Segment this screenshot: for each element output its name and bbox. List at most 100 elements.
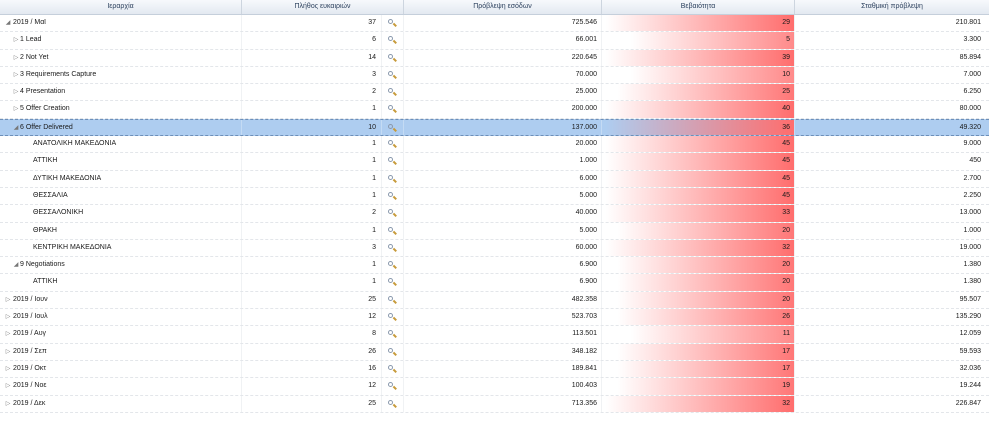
table-row[interactable]: ▷ 4 Presentation 2 25.000 25 6.250 xyxy=(0,84,989,102)
revenue-forecast-cell: 482.358 xyxy=(404,291,602,309)
table-row[interactable]: ΘΕΣΣΑΛΙΑ 1 5.000 45 2.250 xyxy=(0,187,989,206)
drilldown-cell xyxy=(382,32,404,49)
magnifier-icon[interactable] xyxy=(388,157,393,163)
expand-arrow-icon[interactable]: ▷ xyxy=(4,344,12,360)
hierarchy-label: 2019 / Σεπ xyxy=(13,347,47,355)
opportunity-count-cell: 1 xyxy=(242,187,382,205)
expand-arrow-icon[interactable]: ▷ xyxy=(12,50,20,66)
col-header-weighted-forecast[interactable]: Σταθμική πρόβλεψη xyxy=(795,0,989,14)
weighted-forecast-cell: 13.000 xyxy=(959,209,981,217)
collapse-arrow-icon[interactable]: ◢ xyxy=(4,15,12,31)
expand-arrow-icon[interactable]: ▷ xyxy=(4,361,12,377)
hierarchy-label: 2019 / Αυγ xyxy=(13,330,47,338)
magnifier-icon[interactable] xyxy=(388,243,393,249)
opportunity-count-cell: 1 xyxy=(242,136,382,153)
table-row[interactable]: ΘΡΑΚΗ 1 5.000 20 1.000 xyxy=(0,222,989,240)
opportunity-count-cell: 12 xyxy=(242,378,382,395)
table-row[interactable]: ◢ 6 Offer Delivered 10 137.000 36 49.320 xyxy=(0,118,989,137)
magnifier-icon[interactable] xyxy=(388,295,393,301)
revenue-forecast-cell: 60.000 xyxy=(404,239,602,257)
revenue-forecast-cell: 523.703 xyxy=(404,309,602,326)
col-header-certainty[interactable]: Βεβαιότητα xyxy=(602,0,795,14)
magnifier-icon[interactable] xyxy=(388,364,393,370)
magnifier-icon[interactable] xyxy=(388,261,393,267)
table-row[interactable]: ΑΤΤΙΚΗ 1 1.000 45 450 xyxy=(0,153,989,171)
table-row[interactable]: ▷ 2 Not Yet 14 220.645 39 85.894 xyxy=(0,49,989,67)
table-row[interactable]: ▷ 5 Offer Creation 1 200.000 40 80.000 xyxy=(0,101,989,119)
expand-arrow-icon[interactable]: ▷ xyxy=(12,32,20,48)
magnifier-icon[interactable] xyxy=(388,105,393,111)
col-header-revenue-forecast[interactable]: Πρόβλεψη εσόδων xyxy=(404,0,602,14)
magnifier-icon[interactable] xyxy=(388,399,393,405)
magnifier-icon[interactable] xyxy=(388,53,393,59)
revenue-forecast-cell: 20.000 xyxy=(404,136,602,153)
magnifier-icon[interactable] xyxy=(388,226,393,232)
certainty-cell: 10 xyxy=(602,66,795,84)
table-row[interactable]: ▷ 2019 / Ιουν 25 482.358 20 95.507 xyxy=(0,291,989,310)
magnifier-icon[interactable] xyxy=(388,313,393,319)
table-row[interactable]: ΘΕΣΣΑΛΟΝΙΚΗ 2 40.000 33 13.000 xyxy=(0,205,989,223)
table-row[interactable]: ▷ 2019 / Αυγ 8 113.501 11 12.059 xyxy=(0,326,989,344)
magnifier-icon[interactable] xyxy=(388,174,393,180)
hierarchy-cell: ▷ 1 Lead xyxy=(0,32,242,49)
expand-arrow-icon[interactable]: ▷ xyxy=(4,326,12,342)
drilldown-cell xyxy=(382,15,404,32)
opportunity-count-cell: 25 xyxy=(242,291,382,309)
hierarchy-label: 2019 / Οκτ xyxy=(13,364,47,372)
grid-header: Ιεραρχία Πλήθος ευκαιριών Πρόβλεψη εσόδω… xyxy=(0,0,989,15)
table-row[interactable]: ▷ 2019 / Δεκ 25 713.356 32 226.847 xyxy=(0,395,989,413)
opportunity-count-cell: 6 xyxy=(242,32,382,49)
table-row[interactable]: ▷ 2019 / Νοε 12 100.403 19 19.244 xyxy=(0,378,989,396)
table-row[interactable]: ▷ 2019 / Οκτ 16 189.841 17 32.036 xyxy=(0,360,989,379)
magnifier-icon[interactable] xyxy=(388,330,393,336)
col-header-hierarchy[interactable]: Ιεραρχία xyxy=(0,0,242,14)
magnifier-icon[interactable] xyxy=(388,278,393,284)
revenue-forecast-cell: 5.000 xyxy=(404,222,602,239)
weighted-forecast-cell: 226.847 xyxy=(955,399,981,407)
expand-arrow-icon[interactable]: ▷ xyxy=(12,101,20,117)
magnifier-icon[interactable] xyxy=(388,123,393,129)
hierarchy-label: 2019 / Νοε xyxy=(13,382,47,390)
hierarchy-cell: ▷ 2019 / Δεκ xyxy=(0,395,242,412)
hierarchy-label: 6 Offer Delivered xyxy=(20,123,73,131)
magnifier-icon[interactable] xyxy=(388,88,393,94)
hierarchy-label: 2 Not Yet xyxy=(20,53,49,61)
table-row[interactable]: ▷ 1 Lead 6 66.001 5 3.300 xyxy=(0,32,989,50)
expand-arrow-icon[interactable]: ▷ xyxy=(12,67,20,83)
table-row[interactable]: ΑΤΤΙΚΗ 1 6.900 20 1.380 xyxy=(0,274,989,292)
expand-arrow-icon[interactable]: ▷ xyxy=(4,309,12,325)
magnifier-icon[interactable] xyxy=(388,347,393,353)
expand-arrow-icon[interactable]: ▷ xyxy=(4,378,12,394)
opportunity-count-cell: 10 xyxy=(242,119,382,136)
hierarchy-label: ΘΕΣΣΑΛΙΑ xyxy=(33,191,68,199)
table-row[interactable]: ◢ 2019 / Μαϊ 37 725.546 29 210.801 xyxy=(0,15,989,33)
table-row[interactable]: ▷ 2019 / Σεπ 26 348.182 17 59.593 xyxy=(0,343,989,361)
hierarchy-label: 9 Negotiations xyxy=(20,261,65,269)
expand-arrow-icon[interactable]: ▷ xyxy=(4,396,12,412)
certainty-cell: 45 xyxy=(602,187,795,205)
magnifier-icon[interactable] xyxy=(388,209,393,215)
certainty-cell: 17 xyxy=(602,343,795,360)
table-row[interactable]: ▷ 3 Requirements Capture 3 70.000 10 7.000 xyxy=(0,66,989,85)
magnifier-icon[interactable] xyxy=(388,382,393,388)
magnifier-icon[interactable] xyxy=(388,140,393,146)
expand-arrow-icon[interactable]: ▷ xyxy=(12,84,20,100)
magnifier-icon[interactable] xyxy=(388,70,393,76)
table-row[interactable]: ΑΝΑΤΟΛΙΚΗ ΜΑΚΕΔΟΝΙΑ 1 20.000 45 9.000 xyxy=(0,136,989,154)
col-header-opportunity-count[interactable]: Πλήθος ευκαιριών xyxy=(242,0,404,14)
magnifier-icon[interactable] xyxy=(388,36,393,42)
opportunity-count-cell: 37 xyxy=(242,15,382,32)
magnifier-icon[interactable] xyxy=(388,191,393,197)
table-row[interactable]: ΔΥΤΙΚΗ ΜΑΚΕΔΟΝΙΑ 1 6.000 45 2.700 xyxy=(0,170,989,188)
hierarchy-cell: ΑΝΑΤΟΛΙΚΗ ΜΑΚΕΔΟΝΙΑ xyxy=(0,136,242,153)
magnifier-icon[interactable] xyxy=(388,19,393,24)
collapse-arrow-icon[interactable]: ◢ xyxy=(12,120,20,135)
revenue-forecast-cell: 25.000 xyxy=(404,84,602,101)
collapse-arrow-icon[interactable]: ◢ xyxy=(12,257,20,273)
table-row[interactable]: ΚΕΝΤΡΙΚΗ ΜΑΚΕΔΟΝΙΑ 3 60.000 32 19.000 xyxy=(0,239,989,258)
drilldown-cell xyxy=(382,239,404,257)
drilldown-cell xyxy=(382,395,404,412)
table-row[interactable]: ▷ 2019 / Ιουλ 12 523.703 26 135.290 xyxy=(0,309,989,327)
table-row[interactable]: ◢ 9 Negotiations 1 6.900 20 1.380 xyxy=(0,257,989,275)
expand-arrow-icon[interactable]: ▷ xyxy=(4,292,12,308)
